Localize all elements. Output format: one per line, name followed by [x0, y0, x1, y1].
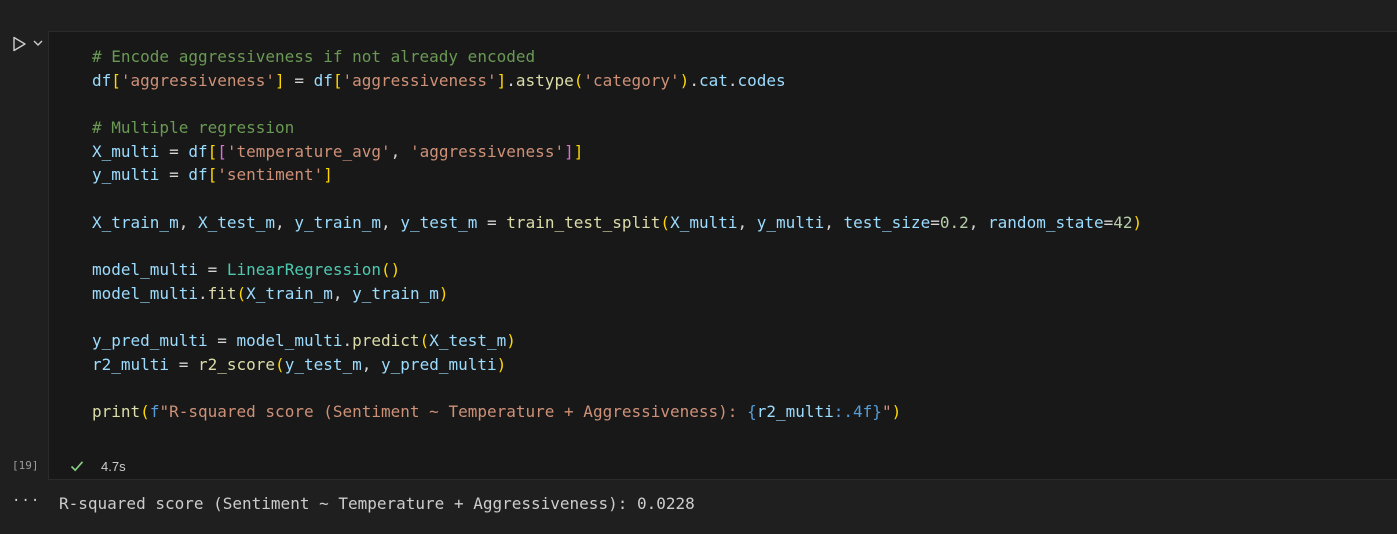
code-line[interactable]: ​	[92, 187, 1142, 211]
chevron-down-icon[interactable]	[32, 37, 44, 49]
code-line[interactable]: y_multi = df['sentiment']	[92, 163, 1142, 187]
code-line[interactable]: ​	[92, 235, 1142, 259]
code-line[interactable]: # Multiple regression	[92, 116, 1142, 140]
code-block[interactable]: # Encode aggressiveness if not already e…	[92, 45, 1142, 424]
cell-toolbar	[6, 33, 46, 55]
code-line[interactable]: X_train_m, X_test_m, y_train_m, y_test_m…	[92, 211, 1142, 235]
play-icon[interactable]	[10, 35, 28, 53]
code-line[interactable]: y_pred_multi = model_multi.predict(X_tes…	[92, 329, 1142, 353]
previous-cell-area	[0, 0, 1397, 31]
execution-time: 4.7s	[101, 459, 126, 474]
code-line[interactable]: X_multi = df[['temperature_avg', 'aggres…	[92, 140, 1142, 164]
check-icon	[70, 461, 84, 472]
code-line[interactable]: df['aggressiveness'] = df['aggressivenes…	[92, 69, 1142, 93]
cell-output: R-squared score (Sentiment ~ Temperature…	[59, 494, 695, 513]
code-line[interactable]: model_multi.fit(X_train_m, y_train_m)	[92, 282, 1142, 306]
code-line[interactable]: ​	[92, 306, 1142, 330]
code-line[interactable]: ​	[92, 377, 1142, 401]
code-line[interactable]: print(f"R-squared score (Sentiment ~ Tem…	[92, 400, 1142, 424]
code-line[interactable]: model_multi = LinearRegression()	[92, 258, 1142, 282]
output-more-button[interactable]: ···	[12, 493, 40, 509]
execution-count: [19]	[12, 459, 39, 472]
code-line[interactable]: # Encode aggressiveness if not already e…	[92, 45, 1142, 69]
code-line[interactable]: ​	[92, 92, 1142, 116]
code-line[interactable]: r2_multi = r2_score(y_test_m, y_pred_mul…	[92, 353, 1142, 377]
